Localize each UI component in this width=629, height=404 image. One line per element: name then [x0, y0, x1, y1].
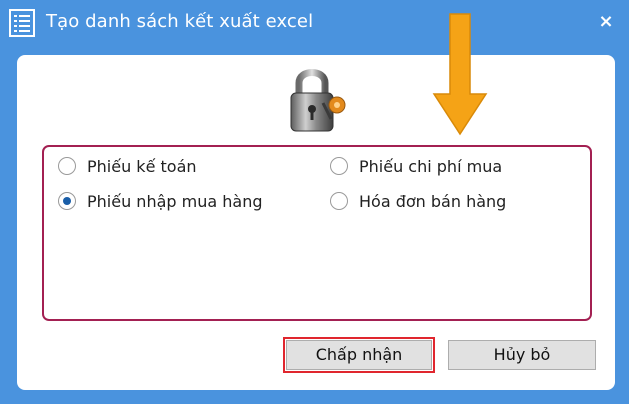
- option-label: Phiếu kế toán: [87, 156, 197, 176]
- close-icon: ×: [598, 11, 614, 32]
- list-document-icon: [9, 9, 35, 37]
- radio-button[interactable]: [330, 157, 348, 175]
- option-hoa-don-ban-hang[interactable]: Hóa đơn bán hàng: [330, 190, 506, 212]
- option-label: Phiếu chi phí mua: [359, 156, 503, 176]
- dialog-body: Phiếu kế toán Phiếu chi phí mua Phiếu nh…: [17, 55, 615, 390]
- radio-button-selected[interactable]: [58, 192, 76, 210]
- option-label: Phiếu nhập mua hàng: [87, 191, 263, 211]
- down-arrow-icon: [432, 13, 488, 136]
- option-phieu-chi-phi-mua[interactable]: Phiếu chi phí mua: [330, 155, 502, 177]
- option-phieu-ke-toan[interactable]: Phiếu kế toán: [58, 155, 197, 177]
- window-title: Tạo danh sách kết xuất excel: [46, 11, 314, 32]
- radio-button[interactable]: [330, 192, 348, 210]
- option-label: Hóa đơn bán hàng: [359, 191, 507, 211]
- accept-button[interactable]: Chấp nhận: [283, 337, 435, 373]
- options-group: Phiếu kế toán Phiếu chi phí mua Phiếu nh…: [42, 145, 592, 321]
- close-button[interactable]: ×: [597, 12, 615, 32]
- title-bar[interactable]: Tạo danh sách kết xuất excel ×: [0, 0, 629, 46]
- option-phieu-nhap-mua-hang[interactable]: Phiếu nhập mua hàng: [58, 190, 263, 212]
- padlock-icon: [290, 69, 346, 132]
- radio-button[interactable]: [58, 157, 76, 175]
- dialog-window: Tạo danh sách kết xuất excel × Phiếu kế …: [0, 0, 629, 404]
- cancel-button[interactable]: Hủy bỏ: [448, 340, 596, 370]
